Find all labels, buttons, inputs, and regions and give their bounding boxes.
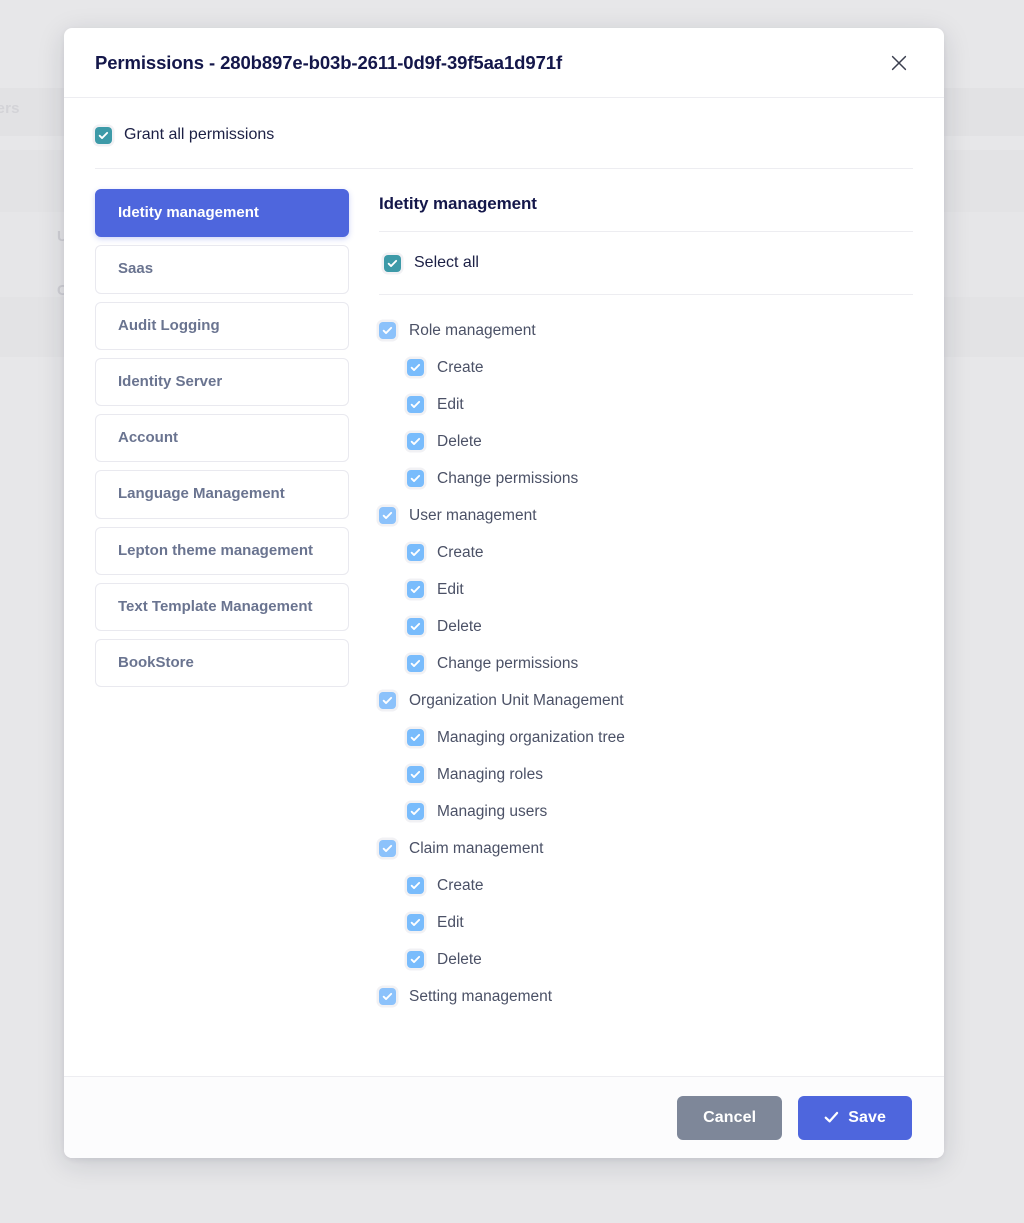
permission-checkbox[interactable] [407,396,424,413]
permission-checkbox[interactable] [407,729,424,746]
permission-checkbox[interactable] [407,470,424,487]
permission-label: Managing users [437,803,547,821]
permissions-modal: Permissions - 280b897e-b03b-2611-0d9f-39… [64,28,944,1158]
permission-label: Edit [437,396,464,414]
tab-label: Account [118,428,178,448]
permission-panel: Idetity management Select all Role manag… [379,189,913,1015]
permission-row[interactable]: Setting management [379,978,913,1015]
grant-all-permissions-label: Grant all permissions [124,126,274,144]
permission-row[interactable]: Organization Unit Management [379,682,913,719]
permission-checkbox[interactable] [407,433,424,450]
permission-list: Role management Create Edit Delete Change pe… [379,295,913,1015]
tab-label: Saas [118,259,153,279]
permission-group-tabs: Idetity management Saas Audit Logging Id… [95,189,349,1015]
cancel-button-label: Cancel [703,1109,756,1127]
permission-row[interactable]: Change permissions [379,645,913,682]
permission-checkbox[interactable] [379,692,396,709]
permission-label: Claim management [409,840,543,858]
permission-row[interactable]: Create [379,534,913,571]
permission-checkbox[interactable] [407,877,424,894]
permission-row[interactable]: Managing users [379,793,913,830]
permission-row[interactable]: Change permissions [379,460,913,497]
permission-label: Edit [437,914,464,932]
tab-text-template-management[interactable]: Text Template Management [95,583,349,631]
tab-label: Idetity management [118,203,259,223]
permission-label: Change permissions [437,470,578,488]
permission-checkbox[interactable] [379,507,396,524]
permission-row[interactable]: Delete [379,941,913,978]
tab-lepton-theme-management[interactable]: Lepton theme management [95,527,349,575]
tab-label: Language Management [118,484,285,504]
permissions-columns: Idetity management Saas Audit Logging Id… [95,169,913,1015]
permission-checkbox[interactable] [407,951,424,968]
permission-checkbox[interactable] [407,914,424,931]
permission-row[interactable]: Create [379,867,913,904]
permission-checkbox[interactable] [379,988,396,1005]
permission-row[interactable]: Delete [379,423,913,460]
tab-identity-server[interactable]: Identity Server [95,358,349,406]
permission-label: Role management [409,322,536,340]
permission-row[interactable]: Edit [379,904,913,941]
permission-row[interactable]: Edit [379,571,913,608]
save-button[interactable]: Save [798,1096,912,1140]
modal-footer: Cancel Save [64,1076,944,1158]
permission-label: Create [437,544,484,562]
permission-label: Setting management [409,988,552,1006]
tab-label: Audit Logging [118,316,220,336]
permission-label: Organization Unit Management [409,692,624,710]
permission-label: Delete [437,433,482,451]
close-icon [889,53,909,73]
permission-label: User management [409,507,537,525]
permission-row[interactable]: Managing organization tree [379,719,913,756]
permission-row[interactable]: Create [379,349,913,386]
permission-row[interactable]: Claim management [379,830,913,867]
permission-checkbox[interactable] [407,803,424,820]
select-all-row[interactable]: Select all [379,232,913,295]
tab-bookstore[interactable]: BookStore [95,639,349,687]
permission-row[interactable]: Role management [379,312,913,349]
tab-label: BookStore [118,653,194,673]
modal-body: Grant all permissions Idetity management… [64,98,944,1076]
tab-idetity-management[interactable]: Idetity management [95,189,349,237]
permission-label: Change permissions [437,655,578,673]
permission-checkbox[interactable] [407,359,424,376]
tab-saas[interactable]: Saas [95,245,349,293]
permission-checkbox[interactable] [379,840,396,857]
permission-checkbox[interactable] [379,322,396,339]
save-button-label: Save [848,1109,886,1127]
check-icon [824,1110,839,1125]
permission-label: Create [437,877,484,895]
grant-all-permissions-row[interactable]: Grant all permissions [95,98,913,169]
permission-label: Create [437,359,484,377]
tab-label: Lepton theme management [118,541,313,561]
permission-label: Managing organization tree [437,729,625,747]
tab-language-management[interactable]: Language Management [95,470,349,518]
permission-label: Delete [437,951,482,969]
permission-label: Delete [437,618,482,636]
grant-all-permissions-checkbox[interactable] [95,127,112,144]
permission-checkbox[interactable] [407,544,424,561]
permission-row[interactable]: Edit [379,386,913,423]
cancel-button[interactable]: Cancel [677,1096,782,1140]
permission-checkbox[interactable] [407,655,424,672]
tab-account[interactable]: Account [95,414,349,462]
permission-panel-title: Idetity management [379,189,913,232]
permission-label: Managing roles [437,766,543,784]
permission-checkbox[interactable] [407,618,424,635]
permission-row[interactable]: Delete [379,608,913,645]
select-all-checkbox[interactable] [384,255,401,272]
permission-checkbox[interactable] [407,766,424,783]
permission-row[interactable]: Managing roles [379,756,913,793]
tab-audit-logging[interactable]: Audit Logging [95,302,349,350]
close-button[interactable] [882,46,916,80]
modal-header: Permissions - 280b897e-b03b-2611-0d9f-39… [64,28,944,98]
page-title: Permissions - 280b897e-b03b-2611-0d9f-39… [95,52,562,74]
permission-row[interactable]: User management [379,497,913,534]
tab-label: Identity Server [118,372,222,392]
permission-label: Edit [437,581,464,599]
background-users-label: sers [0,100,20,117]
permission-checkbox[interactable] [407,581,424,598]
select-all-label: Select all [414,254,479,272]
tab-label: Text Template Management [118,597,313,617]
